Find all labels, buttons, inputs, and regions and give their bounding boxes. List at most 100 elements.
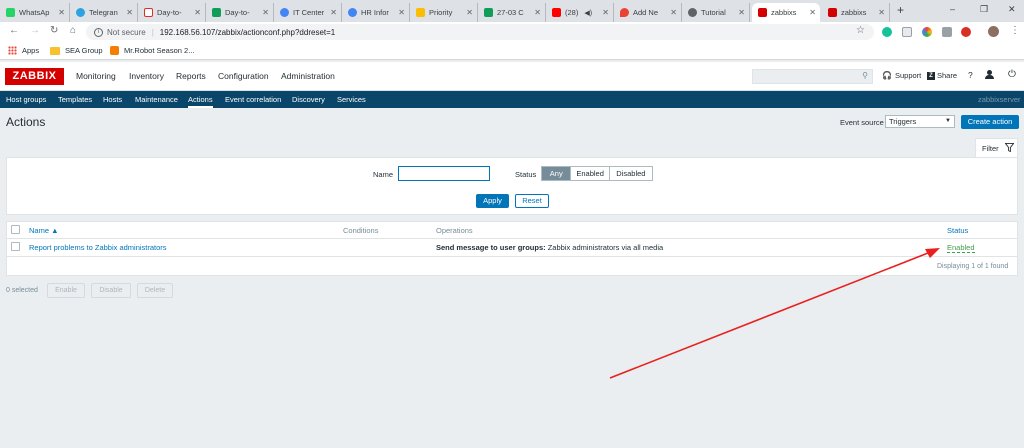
menu-administration[interactable]: Administration — [281, 71, 335, 81]
adblock-icon[interactable] — [961, 27, 971, 37]
reload-icon[interactable]: ↻ — [50, 25, 58, 36]
select-all-checkbox[interactable] — [11, 225, 20, 234]
filter-name-input[interactable] — [398, 166, 490, 181]
sheets-icon — [212, 8, 221, 17]
user-profile-icon[interactable] — [985, 70, 994, 80]
status-option-any[interactable]: Any — [542, 167, 571, 180]
status-option-enabled[interactable]: Enabled — [570, 167, 608, 180]
browser-tab[interactable]: HR Infor ✕ — [342, 3, 410, 22]
restore-icon[interactable]: ❐ — [980, 4, 988, 15]
browser-tab[interactable]: WhatsAp ✕ — [0, 3, 70, 22]
browser-tab[interactable]: IT Center ✕ — [274, 3, 342, 22]
forward-icon[interactable]: → — [30, 25, 40, 36]
home-icon[interactable]: ⌂ — [70, 25, 76, 36]
mass-delete-button[interactable]: Delete — [137, 283, 173, 298]
filter-tab[interactable]: Filter — [975, 138, 1018, 158]
browser-tab[interactable]: Tutorial ✕ — [682, 3, 750, 22]
subnav-maintenance[interactable]: Maintenance — [135, 95, 178, 104]
close-tab-icon[interactable]: ✕ — [398, 8, 405, 17]
bookmark-star-icon[interactable]: ☆ — [856, 25, 865, 36]
share-link[interactable]: Z Share — [927, 71, 957, 80]
zabbix-logo[interactable]: ZABBIX — [5, 68, 64, 85]
subnav-discovery[interactable]: Discovery — [292, 95, 325, 104]
browser-tab-active[interactable]: zabbixs ✕ — [752, 3, 820, 22]
minimize-icon[interactable]: – — [950, 4, 955, 14]
action-operations: Send message to user groups: Zabbix admi… — [436, 243, 664, 252]
close-tab-icon[interactable]: ✕ — [878, 8, 885, 17]
menu-reports[interactable]: Reports — [176, 71, 206, 81]
subnav-actions[interactable]: Actions — [188, 95, 213, 108]
url-text[interactable]: 192.168.56.107/zabbix/actionconf.php?ddr… — [160, 28, 335, 37]
close-window-icon[interactable]: ✕ — [1008, 4, 1016, 15]
close-tab-icon[interactable]: ✕ — [809, 8, 816, 17]
subnav-templates[interactable]: Templates — [58, 95, 92, 104]
drive-icon — [416, 8, 425, 17]
address-bar[interactable]: i Not secure | 192.168.56.107/zabbix/act… — [86, 24, 874, 40]
menu-configuration[interactable]: Configuration — [218, 71, 269, 81]
bookmark-apps[interactable]: Apps — [8, 46, 39, 55]
avatar[interactable] — [988, 26, 999, 37]
browser-tab[interactable]: 27-03 C ✕ — [478, 3, 546, 22]
more-icon[interactable]: ⋮ — [1010, 25, 1020, 36]
sub-navigation: Host groups Templates Hosts Maintenance … — [0, 91, 1024, 108]
subnav-host-groups[interactable]: Host groups — [6, 95, 46, 104]
help-link[interactable]: ? — [968, 70, 973, 80]
sign-out-icon[interactable]: ⏻ — [1008, 69, 1016, 80]
table-row: Report problems to Zabbix administrators… — [7, 239, 1017, 256]
column-header-status[interactable]: Status — [947, 226, 968, 235]
color-picker-icon[interactable] — [922, 27, 932, 37]
close-tab-icon[interactable]: ✕ — [534, 8, 541, 17]
bookmark-mr-robot[interactable]: Mr.Robot Season 2... — [110, 46, 194, 55]
close-tab-icon[interactable]: ✕ — [262, 8, 269, 17]
close-tab-icon[interactable]: ✕ — [670, 8, 677, 17]
close-tab-icon[interactable]: ✕ — [194, 8, 201, 17]
blogger-icon — [110, 46, 119, 55]
extension-icon[interactable] — [902, 27, 912, 37]
status-option-disabled[interactable]: Disabled — [608, 167, 652, 180]
search-icon[interactable]: ⚲ — [862, 71, 868, 80]
close-tab-icon[interactable]: ✕ — [330, 8, 337, 17]
bookmark-sea-group[interactable]: SEA Group — [50, 46, 103, 55]
filter-name-label: Name — [373, 170, 394, 179]
close-tab-icon[interactable]: ✕ — [58, 8, 65, 17]
close-tab-icon[interactable]: ✕ — [738, 8, 745, 17]
back-icon[interactable]: ← — [9, 25, 19, 36]
table-row-divider — [7, 256, 1017, 257]
close-tab-icon[interactable]: ✕ — [466, 8, 473, 17]
new-tab-button[interactable]: + — [897, 3, 904, 17]
status-enabled-toggle[interactable]: Enabled — [947, 243, 975, 253]
subnav-services[interactable]: Services — [337, 95, 366, 104]
table-footer-count: Displaying 1 of 1 found — [937, 263, 1009, 270]
grammarly-icon[interactable] — [882, 27, 892, 37]
close-tab-icon[interactable]: ✕ — [602, 8, 609, 17]
share-icon: Z — [927, 71, 935, 80]
create-action-button[interactable]: Create action — [961, 115, 1019, 129]
browser-tab[interactable]: Telegran ✕ — [70, 3, 138, 22]
browser-tab[interactable]: Day-to- ✕ — [206, 3, 274, 22]
menu-inventory[interactable]: Inventory — [129, 71, 164, 81]
browser-tab[interactable]: Day-to- ✕ — [138, 3, 206, 22]
subnav-hosts[interactable]: Hosts — [103, 95, 122, 104]
mass-disable-button[interactable]: Disable — [91, 283, 131, 298]
close-tab-icon[interactable]: ✕ — [126, 8, 133, 17]
row-checkbox[interactable] — [11, 242, 20, 251]
browser-tab[interactable]: Add Ne ✕ — [614, 3, 682, 22]
event-source-select[interactable]: Triggers ▼ — [885, 115, 955, 128]
browser-tab[interactable]: (28) ◀) ✕ — [546, 3, 614, 22]
info-icon[interactable]: i — [94, 27, 103, 37]
browser-tab[interactable]: Priority ✕ — [410, 3, 478, 22]
extension-icon[interactable] — [942, 27, 952, 37]
reset-button[interactable]: Reset — [515, 194, 549, 208]
mass-enable-button[interactable]: Enable — [47, 283, 85, 298]
menu-monitoring[interactable]: Monitoring — [76, 71, 116, 81]
apply-button[interactable]: Apply — [476, 194, 509, 208]
global-search-input[interactable]: ⚲ — [752, 69, 873, 84]
browser-tab[interactable]: zabbixs ✕ — [822, 3, 890, 22]
subnav-event-correlation[interactable]: Event correlation — [225, 95, 281, 104]
support-link[interactable]: 🎧 Support — [882, 71, 921, 80]
filter-status-segmented: Any Enabled Disabled — [541, 166, 653, 181]
zabbix-icon — [828, 8, 837, 17]
action-name-link[interactable]: Report problems to Zabbix administrators — [29, 243, 167, 252]
column-header-name[interactable]: Name ▲ — [29, 226, 59, 235]
security-label: Not secure — [107, 27, 146, 37]
